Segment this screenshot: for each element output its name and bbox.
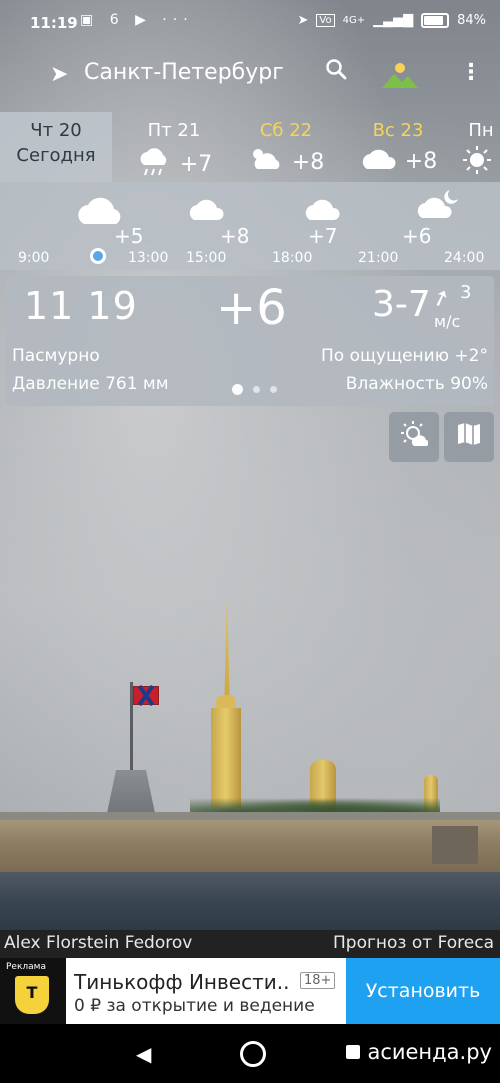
pressure: Давление 761 мм (12, 374, 169, 394)
signal-icon: ▁▃▅▇ (373, 13, 414, 28)
tinkoff-emblem-icon: T (15, 976, 49, 1014)
status-right: ➤ Vo 4G+ ▁▃▅▇ 84% (297, 13, 486, 28)
hour-temp: +8 (220, 224, 250, 248)
overflow-menu-icon[interactable]: ⋮ (460, 60, 482, 85)
tab-day-4[interactable]: Пн (462, 112, 500, 182)
watermark: асиенда.ру (367, 1040, 492, 1064)
battery-icon (421, 13, 450, 28)
fortress-gate (432, 826, 478, 864)
status-time: 11:19 (30, 14, 78, 32)
more-dots-icon: ··· (162, 12, 194, 28)
tab-day-0[interactable]: Чт 20 Сегодня (0, 112, 112, 182)
message-icon: ▣ (80, 12, 100, 28)
hour-temp: +5 (114, 224, 144, 248)
day-tabs: Чт 20 Сегодня Пт 21 +7 Сб 22 +8 Вс 23 +8 (0, 112, 500, 182)
ad-subtitle: 0 ₽ за открытие и ведение (74, 996, 315, 1016)
map-icon (456, 421, 482, 453)
home-icon[interactable] (240, 1041, 266, 1067)
day-name: Чт 20 (30, 120, 82, 141)
day-name: Вс 23 (372, 120, 424, 141)
hour-time: 9:00 (18, 250, 50, 266)
ad-logo: Реклама T (0, 958, 66, 1024)
page-indicator (232, 384, 277, 395)
feels-like: По ощущению +2° (321, 346, 488, 366)
background-photo-icon[interactable] (382, 62, 418, 90)
forecast-source[interactable]: Прогноз от Foreca (333, 933, 494, 953)
recents-icon[interactable] (346, 1045, 360, 1059)
wind-unit: м/с (434, 312, 461, 331)
page-dot (270, 386, 277, 393)
photo-author[interactable]: Alex Florstein Fedorov (4, 933, 192, 953)
ad-tag: Реклама (6, 962, 46, 972)
day-name: Пт 21 (147, 120, 201, 141)
hour-time: 13:00 (128, 250, 169, 266)
ad-title: Тинькофф Инвести.. (74, 970, 290, 994)
page-dot-active (232, 384, 243, 395)
photo-credits-bar: Alex Florstein Fedorov Прогноз от Foreca (0, 930, 500, 958)
cloud-icon (359, 145, 397, 177)
condition-text: Пасмурно (12, 346, 100, 366)
network-label: 4G+ (342, 15, 366, 26)
day-temp: +8 (291, 149, 325, 175)
humidity: Влажность 90% (345, 374, 488, 394)
current-weather-card[interactable]: 11 19 +6 3-7 ➚ 3 м/с Пасмурно По ощущени… (6, 276, 494, 406)
day-name: Сб 22 (259, 120, 313, 141)
current-clock: 11 19 (24, 284, 138, 328)
status-bar: 11:19 ▣ 6 ▶ ··· ➤ Vo 4G+ ▁▃▅▇ 84% (0, 0, 500, 46)
status-notification-icons: ▣ 6 ▶ ··· (80, 12, 194, 28)
tab-day-1[interactable]: Пт 21 +7 (126, 112, 222, 182)
notif-six: 6 (109, 12, 125, 28)
app-bar: ➤ Санкт-Петербург ⋮ (0, 52, 500, 98)
day-temp: +8 (404, 148, 438, 174)
night-cloud-icon (416, 188, 462, 224)
sun-icon (462, 145, 492, 181)
back-icon[interactable]: ◀ (136, 1042, 151, 1066)
day-temp: +7 (179, 151, 213, 177)
sun-cloud-icon (400, 420, 429, 454)
ad-install-button[interactable]: Установить (346, 958, 500, 1024)
hour-time: 15:00 (186, 250, 227, 266)
weather-settings-button[interactable] (389, 412, 439, 462)
partly-cloudy-icon (248, 145, 284, 179)
battery-percent: 84% (457, 13, 486, 28)
hour-time: 21:00 (358, 250, 399, 266)
wind-speed: 3 (460, 282, 472, 303)
tab-day-3[interactable]: Вс 23 +8 (350, 112, 446, 182)
location-icon[interactable]: ➤ (50, 62, 68, 87)
day-name: Пн (468, 120, 494, 141)
cathedral-tower (211, 708, 241, 808)
hour-time: 18:00 (272, 250, 313, 266)
location-arrow-icon: ➤ (297, 13, 309, 28)
wind-direction-icon: ➚ (428, 283, 455, 314)
current-temp: +6 (216, 280, 287, 336)
hour-time: 24:00 (444, 250, 485, 266)
system-nav-bar: ◀ асиенда.ру (0, 1024, 500, 1083)
volte-icon: Vo (316, 14, 335, 27)
hour-temp: +7 (308, 224, 338, 248)
tab-day-2[interactable]: Сб 22 +8 (238, 112, 334, 182)
play-icon: ▶ (135, 12, 152, 28)
fortress-wall (0, 820, 500, 872)
day-sub: Сегодня (16, 145, 96, 166)
flag (133, 686, 159, 705)
hourly-forecast[interactable]: +5 +8 +7 +6 9:00 13:00 15:00 18:00 21:00… (0, 182, 500, 270)
ad-banner[interactable]: Реклама T Тинькофф Инвести.. 18+ 0 ₽ за … (0, 958, 500, 1024)
river-water (0, 872, 500, 932)
current-time-marker (90, 248, 106, 264)
page-dot (253, 386, 260, 393)
hour-temp: +6 (402, 224, 432, 248)
city-name[interactable]: Санкт-Петербург (84, 60, 284, 85)
wind-range: 3-7 (372, 284, 431, 325)
ad-age-badge: 18+ (300, 972, 336, 989)
search-icon[interactable] (325, 58, 347, 86)
map-button[interactable] (444, 412, 494, 462)
rain-cloud-icon (136, 145, 172, 183)
cloud-icon (186, 194, 228, 226)
cloud-icon (302, 194, 344, 226)
